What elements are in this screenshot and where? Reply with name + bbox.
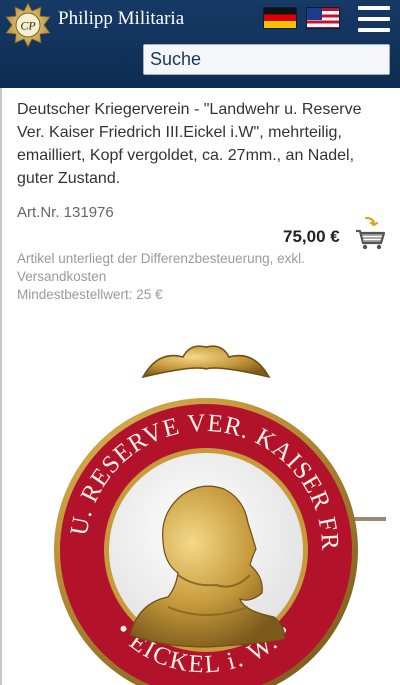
- flag-us-icon[interactable]: [306, 7, 340, 29]
- min-order-text: Mindestbestellwert: 25 €: [17, 287, 163, 302]
- product-title: Deutscher Kriegerverein - "Landwehr u. R…: [17, 101, 362, 187]
- site-header: CP Philipp Militaria Suche: [0, 0, 400, 88]
- tax-note: Artikel unterliegt der Differenzbesteuer…: [17, 250, 389, 304]
- brand-name[interactable]: Philipp Militaria: [58, 8, 184, 30]
- menu-icon[interactable]: [358, 6, 390, 32]
- article-number: Art.Nr. 131976: [17, 204, 114, 221]
- logo-monogram: CP: [20, 19, 36, 33]
- flag-de-icon[interactable]: [263, 7, 297, 29]
- tax-note-text: Artikel unterliegt der Differenzbesteuer…: [17, 251, 305, 284]
- product-price: 75,00 €: [283, 227, 340, 246]
- cart-icon[interactable]: [354, 216, 386, 250]
- page-border: [0, 88, 2, 685]
- product-image: LANDWEHR U. RESERVE VER. KAISER FRIEDRIC…: [18, 335, 392, 685]
- logo-emblem-icon[interactable]: CP: [4, 2, 52, 48]
- search-input[interactable]: Suche: [143, 44, 390, 75]
